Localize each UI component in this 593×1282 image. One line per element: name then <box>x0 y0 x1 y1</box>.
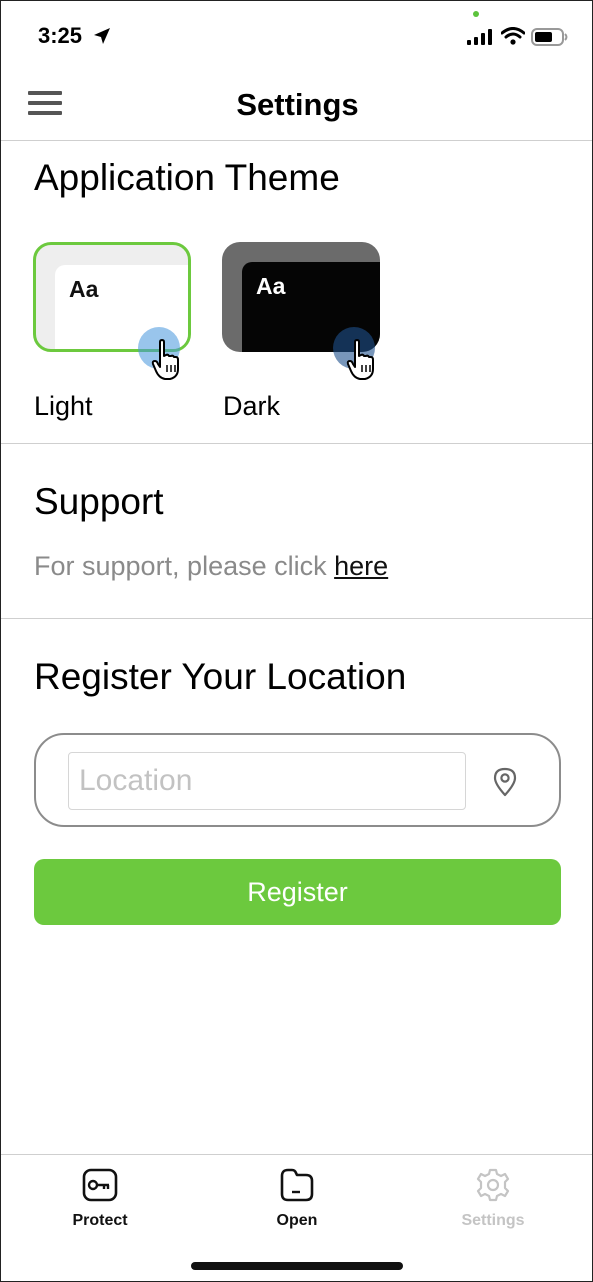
folder-icon <box>280 1168 314 1202</box>
location-field-container <box>34 733 561 827</box>
register-button[interactable]: Register <box>34 859 561 925</box>
section-divider <box>1 443 592 444</box>
gear-icon <box>476 1168 510 1202</box>
home-indicator <box>191 1262 403 1270</box>
tab-settings-label: Settings <box>461 1212 525 1229</box>
page-title: Settings <box>236 87 359 122</box>
light-theme-label: Light <box>34 391 93 421</box>
support-section-title: Support <box>34 481 164 522</box>
app-screen: 3:25 Settings Application Theme Aa Aa Li… <box>0 0 593 1282</box>
battery-icon <box>531 28 568 46</box>
tab-open[interactable]: Open <box>237 1167 357 1230</box>
header-divider <box>1 140 592 141</box>
pointer-hand-icon <box>151 339 179 380</box>
support-link[interactable]: here <box>334 551 388 581</box>
map-pin-icon[interactable] <box>492 767 518 797</box>
tab-bar-divider <box>1 1154 592 1155</box>
wifi-icon <box>501 27 525 45</box>
theme-section-title: Application Theme <box>34 157 340 198</box>
location-arrow-icon <box>94 28 110 44</box>
location-section-title: Register Your Location <box>34 656 407 697</box>
key-icon <box>82 1168 118 1202</box>
dark-theme-label: Dark <box>223 391 281 421</box>
tab-settings[interactable]: Settings <box>433 1167 553 1230</box>
status-time: 3:25 <box>38 23 83 48</box>
tab-protect-label: Protect <box>72 1212 128 1229</box>
section-divider <box>1 618 592 619</box>
pointer-hand-icon <box>346 339 374 380</box>
location-input[interactable] <box>68 752 466 810</box>
light-theme-preview-text: Aa <box>69 276 99 302</box>
support-message: For support, please click <box>34 551 335 581</box>
dark-theme-preview-text: Aa <box>256 273 286 299</box>
support-text: For support, please click here <box>34 551 388 582</box>
cellular-signal-icon <box>467 29 492 45</box>
tab-protect[interactable]: Protect <box>40 1167 160 1230</box>
tab-open-label: Open <box>276 1212 318 1229</box>
privacy-indicator-dot <box>473 11 479 17</box>
